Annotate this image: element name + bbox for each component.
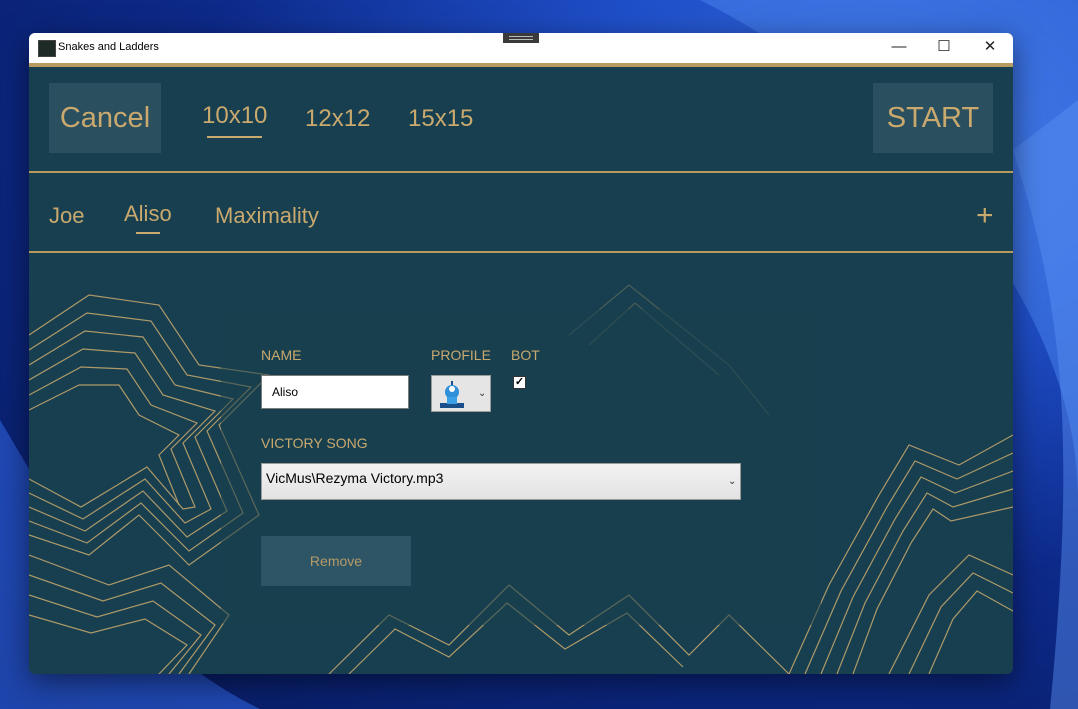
close-button[interactable]: ✕ [967, 33, 1013, 63]
victory-song-value: VicMus\Rezyma Victory.mp3 [266, 470, 444, 486]
profile-picker[interactable]: ⌄ [431, 375, 491, 412]
toolbar-divider [29, 171, 1013, 173]
app-window: Snakes and Ladders — ☐ ✕ Cancel 10x10 12… [29, 33, 1013, 674]
victory-song-select[interactable]: VicMus\Rezyma Victory.mp3 ⌄ [261, 463, 741, 500]
tab-size-10x10[interactable]: 10x10 [202, 102, 267, 138]
board-toolbar: Cancel 10x10 12x12 15x15 START [29, 67, 1013, 171]
name-label: NAME [261, 347, 302, 363]
drag-handle[interactable] [503, 33, 539, 43]
add-player-button[interactable]: + [976, 201, 994, 231]
name-input[interactable]: Aliso [261, 375, 409, 409]
player-tab-aliso[interactable]: Aliso [124, 201, 172, 234]
minimize-button[interactable]: — [876, 33, 922, 63]
profile-label: PROFILE [431, 347, 491, 363]
chevron-down-icon: ⌄ [478, 388, 487, 399]
chevron-down-icon: ⌄ [728, 476, 737, 487]
maximize-button[interactable]: ☐ [921, 33, 967, 63]
remove-player-button[interactable]: Remove [261, 536, 411, 586]
players-divider [29, 251, 1013, 253]
player-tab-joe[interactable]: Joe [49, 203, 84, 229]
app-icon [38, 40, 56, 57]
cancel-button[interactable]: Cancel [49, 83, 161, 153]
victory-song-label: VICTORY SONG [261, 435, 368, 451]
profile-avatar-icon [440, 381, 464, 408]
player-tab-maximality[interactable]: Maximality [215, 203, 319, 229]
bot-checkbox[interactable]: ✓ [513, 376, 526, 389]
start-button[interactable]: START [873, 83, 993, 153]
title-bar[interactable]: Snakes and Ladders — ☐ ✕ [29, 33, 1013, 63]
tab-size-12x12[interactable]: 12x12 [305, 105, 370, 133]
tab-size-15x15[interactable]: 15x15 [408, 105, 473, 133]
window-title: Snakes and Ladders [58, 41, 159, 53]
bot-label: BOT [511, 347, 540, 363]
